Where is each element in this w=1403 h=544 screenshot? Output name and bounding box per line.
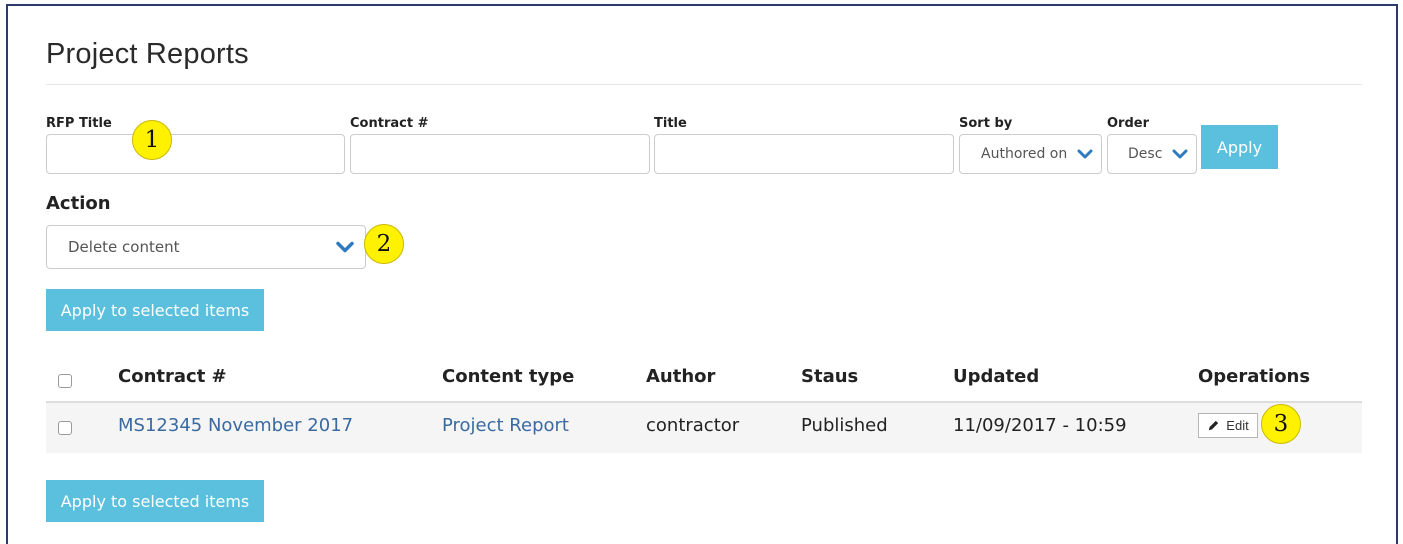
- rfp-title-field[interactable]: [46, 134, 345, 174]
- col-operations: Operations: [1198, 366, 1311, 387]
- contract-label: Contract #: [350, 116, 429, 131]
- order-label: Order: [1107, 116, 1149, 131]
- chevron-down-icon: [1172, 149, 1188, 159]
- status-cell: Published: [801, 415, 888, 436]
- contract-input[interactable]: [351, 135, 649, 173]
- row-checkbox[interactable]: [58, 421, 72, 435]
- order-value: Desc: [1128, 146, 1163, 162]
- updated-cell: 11/09/2017 - 10:59: [953, 415, 1127, 436]
- select-all-checkbox[interactable]: [58, 374, 72, 388]
- author-cell: contractor: [646, 415, 740, 436]
- col-updated[interactable]: Updated: [953, 366, 1039, 387]
- callout-marker-2: 2: [364, 224, 404, 264]
- sort-by-value: Authored on: [981, 146, 1068, 162]
- action-value: Delete content: [68, 238, 180, 256]
- action-select[interactable]: Delete content: [46, 225, 366, 269]
- edit-button[interactable]: Edit: [1198, 413, 1258, 438]
- chevron-down-icon: [336, 241, 354, 253]
- apply-to-selected-button-bottom[interactable]: Apply to selected items: [46, 480, 264, 522]
- rfp-title-label: RFP Title: [46, 116, 112, 131]
- callout-marker-3: 3: [1261, 404, 1301, 444]
- title-divider: [46, 84, 1362, 85]
- pencil-icon: [1209, 420, 1219, 431]
- col-contract[interactable]: Contract #: [118, 366, 227, 387]
- contract-link[interactable]: MS12345 November 2017: [118, 415, 353, 436]
- table-row: MS12345 November 2017 Project Report con…: [46, 403, 1362, 453]
- page-frame: Project Reports RFP Title Contract # Tit…: [6, 4, 1398, 544]
- col-content-type[interactable]: Content type: [442, 366, 574, 387]
- sort-by-select[interactable]: Authored on: [959, 134, 1102, 174]
- col-author[interactable]: Author: [646, 366, 715, 387]
- rfp-title-input[interactable]: [47, 135, 344, 173]
- contract-field[interactable]: [350, 134, 650, 174]
- title-input[interactable]: [655, 135, 953, 173]
- action-label: Action: [46, 193, 111, 214]
- table-header: Contract # Content type Author Staus Upd…: [46, 358, 1362, 403]
- content-type-link[interactable]: Project Report: [442, 415, 569, 436]
- page-title: Project Reports: [46, 38, 249, 70]
- order-select[interactable]: Desc: [1107, 134, 1197, 174]
- chevron-down-icon: [1077, 149, 1093, 159]
- title-field[interactable]: [654, 134, 954, 174]
- col-status[interactable]: Staus: [801, 366, 858, 387]
- callout-marker-1: 1: [132, 120, 172, 160]
- edit-label: Edit: [1226, 418, 1249, 433]
- sort-by-label: Sort by: [959, 116, 1013, 131]
- apply-button[interactable]: Apply: [1201, 125, 1278, 169]
- apply-to-selected-button-top[interactable]: Apply to selected items: [46, 289, 264, 331]
- title-label: Title: [654, 116, 687, 131]
